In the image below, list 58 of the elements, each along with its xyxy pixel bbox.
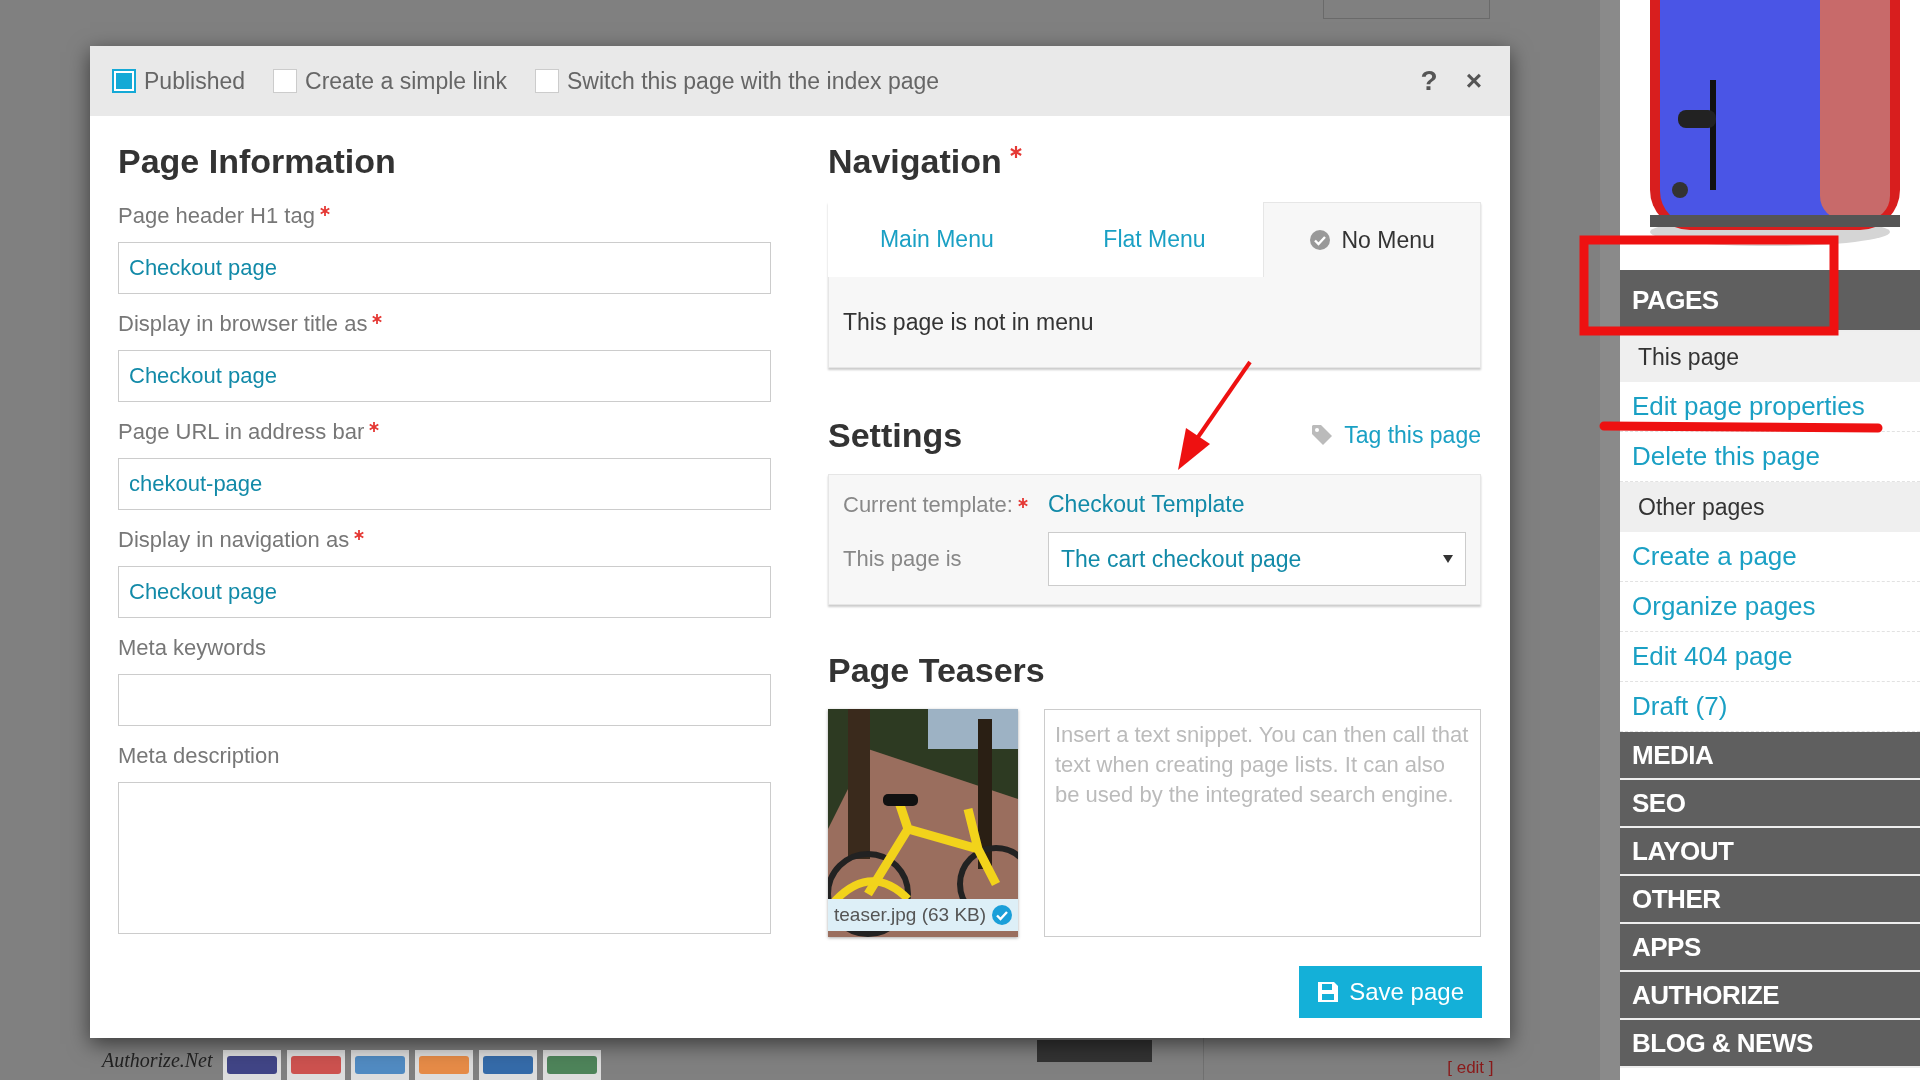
tag-icon bbox=[1310, 423, 1335, 447]
check-circle-icon bbox=[1309, 230, 1330, 250]
card-icon bbox=[350, 1050, 409, 1080]
checkbox-label: Create a simple link bbox=[305, 67, 507, 95]
close-button[interactable]: × bbox=[1465, 65, 1482, 97]
section-title: Page Teasers bbox=[828, 650, 1046, 691]
field-label: Meta keywords bbox=[118, 634, 266, 662]
card-icon bbox=[286, 1050, 345, 1080]
pay-button[interactable] bbox=[1036, 1040, 1152, 1062]
text-field[interactable]: Checkout page bbox=[118, 350, 771, 402]
menu-section[interactable]: AUTHORIZE bbox=[1620, 972, 1920, 1020]
menu-link[interactable]: Edit 404 page bbox=[1620, 632, 1920, 682]
menu-link[interactable]: Organize pages bbox=[1620, 582, 1920, 632]
text-area[interactable] bbox=[118, 782, 771, 934]
template-link[interactable]: Checkout Template bbox=[1048, 491, 1466, 518]
section-title: Settings bbox=[828, 415, 963, 456]
text-field[interactable]: Checkout page bbox=[118, 566, 771, 618]
checkbox[interactable] bbox=[535, 69, 559, 93]
payment-logo: Authorize.Net bbox=[102, 1048, 213, 1072]
save-button[interactable]: Save page bbox=[1299, 966, 1482, 1018]
checkbox-label: Switch this page with the index page bbox=[567, 67, 940, 95]
menu-link[interactable]: Create a page bbox=[1620, 532, 1920, 582]
checkbox[interactable] bbox=[112, 69, 136, 93]
panel-text: This page is not in menu bbox=[843, 308, 1094, 336]
menu-section[interactable]: APPS bbox=[1620, 924, 1920, 972]
menu-group-label: This page bbox=[1620, 332, 1920, 382]
card-icon bbox=[478, 1050, 537, 1080]
section-title: Navigation bbox=[828, 141, 1002, 182]
menu-tab[interactable]: No Menu bbox=[1263, 202, 1481, 277]
menu-group-label: Other pages bbox=[1620, 482, 1920, 532]
section-title: Page Information bbox=[118, 141, 397, 182]
field-label: This page is bbox=[843, 546, 963, 572]
card-icon bbox=[414, 1050, 473, 1080]
text-field[interactable]: chekout-page bbox=[118, 458, 771, 510]
edit-link[interactable]: [ edit ] bbox=[1447, 1058, 1494, 1078]
menu-link[interactable]: Edit page properties bbox=[1620, 382, 1920, 432]
text-field[interactable]: Checkout page bbox=[118, 242, 771, 294]
teaser-text-area[interactable]: Insert a text snippet. You can then call that text when creating page lists. It can also be used by the integrated search engine. bbox=[1044, 709, 1481, 937]
help-button[interactable]: ? bbox=[1420, 65, 1438, 97]
menu-tab[interactable]: Main Menu bbox=[828, 202, 1046, 277]
text-field[interactable] bbox=[118, 674, 771, 726]
save-icon bbox=[1317, 981, 1340, 1003]
checkbox-label: Published bbox=[144, 67, 246, 95]
field-label: Meta description bbox=[118, 742, 280, 770]
menu-section[interactable]: SEO bbox=[1620, 780, 1920, 828]
menu-section[interactable]: LAYOUT bbox=[1620, 828, 1920, 876]
file-caption: teaser.jpg (63 KB) bbox=[834, 904, 987, 926]
field-label: Current template: bbox=[843, 491, 1013, 518]
card-icon bbox=[542, 1050, 601, 1080]
menu-section[interactable]: OTHER bbox=[1620, 876, 1920, 924]
page-type-dropdown[interactable]: The cart checkout page bbox=[1048, 532, 1466, 586]
menu-section[interactable]: MEDIA bbox=[1620, 732, 1920, 780]
caret-icon bbox=[1443, 555, 1453, 563]
card-icon bbox=[222, 1050, 281, 1080]
checkbox[interactable] bbox=[273, 69, 298, 93]
tag-link[interactable]: Tag this page bbox=[1310, 421, 1481, 449]
menu-section[interactable]: BLOG & NEWS bbox=[1620, 1020, 1920, 1068]
menu-section[interactable]: PAGES bbox=[1620, 270, 1920, 332]
